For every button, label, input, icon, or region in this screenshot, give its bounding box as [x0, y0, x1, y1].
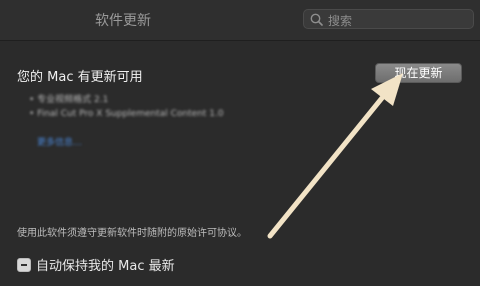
- search-placeholder: 搜索: [328, 14, 353, 28]
- title-bar: 软件更新 搜索: [0, 0, 480, 41]
- update-item: 专业视频格式 2.1: [29, 93, 309, 107]
- more-info-link[interactable]: 更多信息…: [37, 135, 82, 148]
- update-now-button[interactable]: 现在更新: [375, 63, 462, 83]
- license-prefix: 使用此软件须遵守更新软件时随附的: [17, 228, 177, 239]
- update-item: Final Cut Pro X Supplemental Content 1.0: [29, 107, 309, 121]
- updates-available-heading: 您的 Mac 有更新可用: [17, 70, 143, 85]
- license-agreement-link[interactable]: 原始许可协议: [177, 228, 237, 239]
- auto-update-label: 自动保持我的 Mac 最新: [36, 259, 175, 274]
- auto-update-checkbox[interactable]: [17, 257, 31, 272]
- search-icon: [310, 13, 323, 26]
- window-title: 软件更新: [95, 13, 151, 29]
- updates-list: 专业视频格式 2.1 Final Cut Pro X Supplemental …: [29, 93, 309, 121]
- main-panel: 您的 Mac 有更新可用 现在更新 专业视频格式 2.1 Final Cut P…: [0, 41, 480, 286]
- license-suffix: 。: [237, 228, 247, 239]
- search-field[interactable]: 搜索: [303, 9, 474, 29]
- auto-update-row[interactable]: 自动保持我的 Mac 最新: [17, 255, 175, 274]
- license-text: 使用此软件须遵守更新软件时随附的原始许可协议。: [17, 224, 247, 239]
